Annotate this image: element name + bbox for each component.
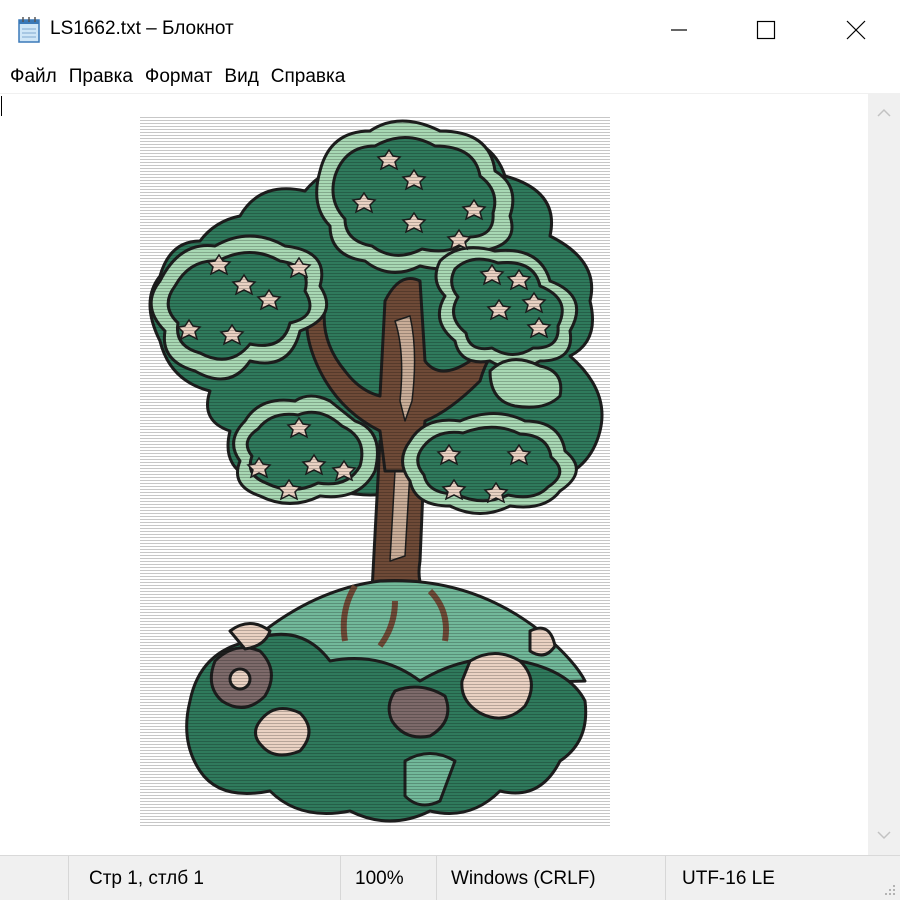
title-bar[interactable]: LS1662.txt – Блокнот: [0, 0, 900, 60]
minimize-icon: [671, 29, 687, 31]
status-bar: Стр 1, стлб 1 100% Windows (CRLF) UTF-16…: [0, 855, 900, 900]
zoom-level: 100%: [340, 856, 436, 900]
menu-format[interactable]: Формат: [139, 63, 219, 91]
chevron-down-icon: [877, 831, 891, 840]
line-endings: Windows (CRLF): [436, 856, 665, 900]
close-icon: [846, 20, 866, 40]
encoding: UTF-16 LE: [665, 856, 900, 900]
menu-file[interactable]: Файл: [4, 63, 63, 91]
encoding-text: UTF-16 LE: [682, 867, 775, 889]
scroll-up-button[interactable]: [868, 93, 900, 133]
scroll-down-button[interactable]: [868, 815, 900, 855]
ascii-art-tree: [140, 116, 610, 826]
window-title: LS1662.txt – Блокнот: [50, 18, 234, 39]
notepad-icon: [17, 17, 41, 43]
cursor-position: Стр 1, стлб 1: [68, 856, 340, 900]
cursor-position-text: Стр 1, стлб 1: [89, 867, 204, 889]
minimize-button[interactable]: [633, 0, 725, 60]
menu-edit[interactable]: Правка: [63, 63, 139, 91]
menu-bar: Файл Правка Формат Вид Справка: [0, 62, 351, 92]
vertical-scrollbar[interactable]: [868, 93, 900, 855]
line-endings-text: Windows (CRLF): [451, 867, 596, 889]
maximize-icon: [756, 20, 776, 40]
chevron-up-icon: [877, 108, 891, 117]
resize-grip-icon[interactable]: [884, 884, 896, 896]
maximize-button[interactable]: [720, 0, 812, 60]
menu-view[interactable]: Вид: [218, 63, 264, 91]
zoom-level-text: 100%: [355, 867, 404, 889]
text-editor-area[interactable]: [0, 93, 868, 855]
menu-help[interactable]: Справка: [265, 63, 352, 91]
close-button[interactable]: [810, 0, 900, 60]
